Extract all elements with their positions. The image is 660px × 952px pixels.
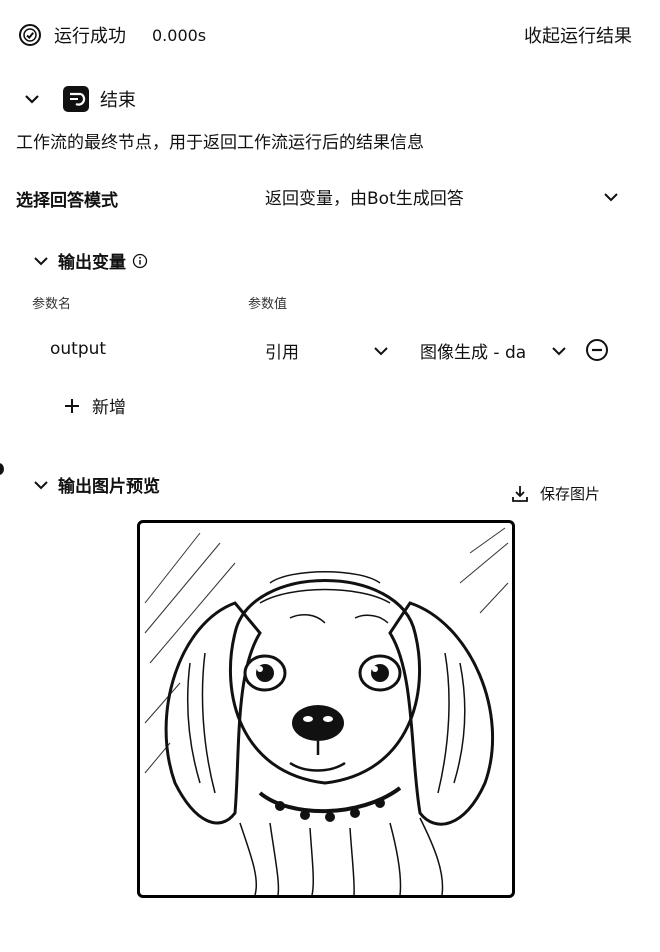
remove-row-icon[interactable] (585, 338, 609, 362)
save-image-button[interactable]: 保存图片 (510, 483, 600, 504)
chevron-down-icon[interactable] (32, 476, 50, 494)
answer-mode-select[interactable]: 返回变量，由Bot生成回答 (265, 184, 620, 209)
end-node-icon (62, 85, 90, 113)
run-duration: 0.000s (152, 25, 207, 45)
reference-value: 图像生成 - da (420, 343, 527, 363)
status-text: 运行成功 (54, 26, 126, 47)
answer-mode-value: 返回变量，由Bot生成回答 (265, 189, 464, 209)
node-header: 结束 (22, 85, 136, 113)
value-type-select[interactable]: 引用 (265, 338, 390, 363)
add-variable-label: 新增 (92, 398, 126, 418)
node-title: 结束 (100, 90, 136, 111)
image-preview-title: 输出图片预览 (58, 477, 160, 497)
output-vars-title: 输出变量 (58, 253, 126, 273)
download-icon (510, 484, 530, 504)
column-header-name: 参数名 (32, 297, 72, 312)
column-header-value: 参数值 (248, 297, 288, 312)
collapse-results-button[interactable]: 收起运行结果 (524, 22, 632, 48)
run-status: 运行成功 0.000s (18, 22, 206, 48)
edge-dot (0, 463, 4, 475)
success-check-icon (18, 23, 42, 47)
param-name-input[interactable]: output (50, 339, 106, 359)
image-preview-header: 输出图片预览 (32, 472, 160, 497)
dog-sketch-image (144, 527, 509, 895)
reference-select[interactable]: 图像生成 - da (420, 338, 568, 363)
chevron-down-icon (602, 188, 620, 206)
output-vars-header: 输出变量 (32, 248, 148, 273)
chevron-down-icon (550, 342, 568, 360)
output-image (137, 520, 515, 898)
add-variable-button[interactable]: 新增 (62, 393, 126, 418)
value-type-label: 引用 (265, 343, 299, 363)
info-icon[interactable] (132, 253, 148, 269)
node-description: 工作流的最终节点，用于返回工作流运行后的结果信息 (16, 133, 424, 153)
plus-icon (62, 396, 82, 416)
answer-mode-label: 选择回答模式 (16, 191, 118, 211)
chevron-down-icon (372, 342, 390, 360)
table-row: output 引用 图像生成 - da (0, 334, 660, 368)
save-image-label: 保存图片 (540, 485, 601, 503)
chevron-down-icon[interactable] (22, 89, 42, 109)
chevron-down-icon[interactable] (32, 252, 50, 270)
